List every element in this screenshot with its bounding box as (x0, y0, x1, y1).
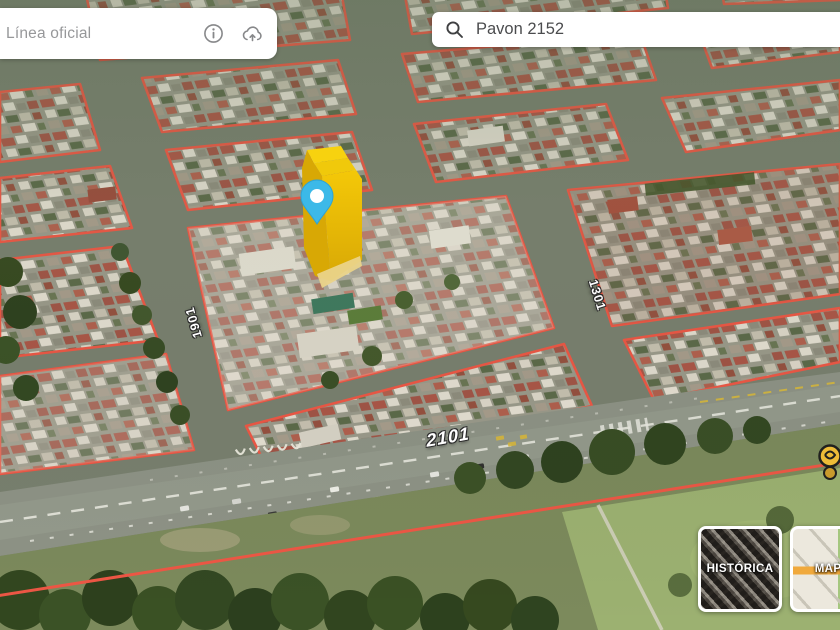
search-input[interactable] (474, 19, 840, 40)
layer-label-historica: HISTÓRICA (707, 563, 774, 575)
layer-thumbnail-historica[interactable]: HISTÓRICA (698, 526, 782, 612)
cloud-upload-button[interactable] (239, 21, 265, 47)
official-line-panel: Línea oficial (0, 8, 277, 59)
layer-label-mapa: MAPA (815, 563, 840, 575)
panel-title: Línea oficial (6, 25, 91, 43)
layer-thumbnail-mapa[interactable]: MAPA (790, 526, 840, 612)
search-icon (445, 20, 464, 39)
cloud-upload-icon (240, 23, 265, 45)
layer-switcher: HISTÓRICA MAPA (698, 526, 840, 612)
map-app: { "panel": { "title": "Línea oficial" },… (0, 0, 840, 630)
info-icon (203, 23, 224, 44)
info-button[interactable] (200, 21, 226, 47)
search-bar (432, 12, 840, 47)
